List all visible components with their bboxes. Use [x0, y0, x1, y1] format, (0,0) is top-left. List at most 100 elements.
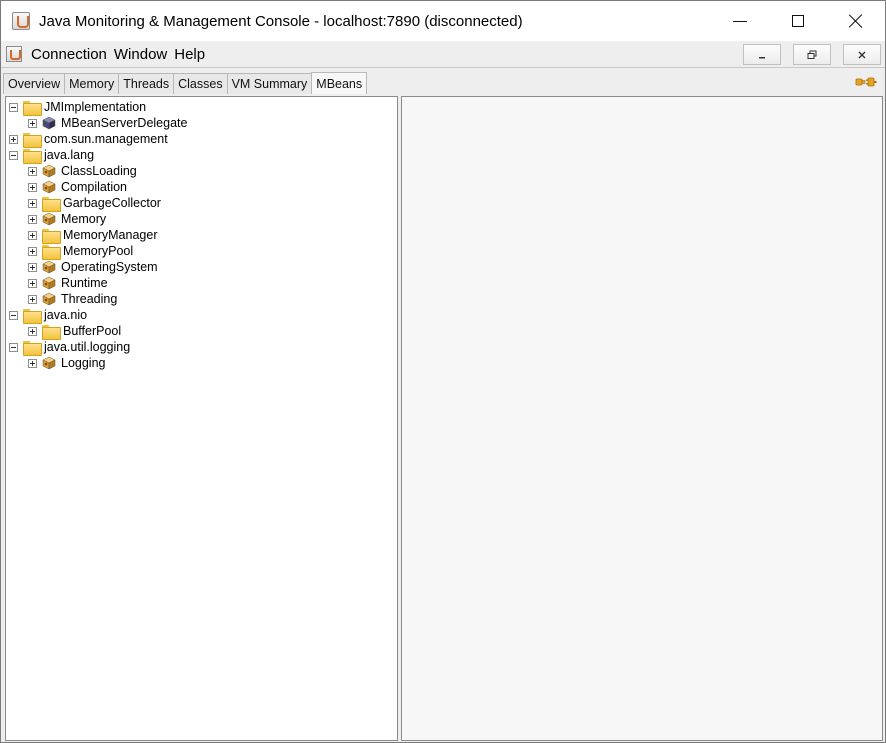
window-title: Java Monitoring & Management Console - l…: [39, 12, 523, 30]
restore-icon: [807, 50, 817, 59]
close-button[interactable]: [827, 1, 885, 41]
close-icon: [849, 14, 863, 28]
minimize-button[interactable]: [711, 1, 769, 41]
folder-icon: [23, 308, 42, 324]
tab-overview[interactable]: Overview: [3, 73, 66, 94]
collapse-toggle-icon[interactable]: [9, 102, 18, 112]
tree-node[interactable]: java.nio: [9, 307, 88, 324]
mbean-icon: [42, 276, 56, 290]
expand-toggle-icon[interactable]: [28, 358, 37, 368]
tree-node-label: java.util.logging: [44, 340, 131, 354]
jconsole-window: Java Monitoring & Management Console - l…: [0, 0, 886, 743]
expand-toggle-icon[interactable]: [28, 182, 37, 192]
title-bar: Java Monitoring & Management Console - l…: [1, 1, 885, 41]
tree-node[interactable]: MBeanServerDelegate: [28, 115, 187, 131]
collapse-toggle-icon[interactable]: [9, 310, 18, 320]
tree-node-label: java.lang: [44, 148, 95, 162]
tree-node-label: Logging: [61, 356, 106, 370]
mbean-icon: [42, 292, 56, 306]
mbean-icon: [42, 356, 56, 370]
menu-connection[interactable]: Connection: [28, 46, 111, 63]
expand-toggle-icon[interactable]: [28, 262, 37, 272]
folder-icon: [42, 324, 61, 340]
tree-node-label: JMImplementation: [44, 100, 147, 114]
menu-bar: Connection Window Help: [1, 41, 885, 68]
tree-node[interactable]: Compilation: [28, 179, 127, 195]
tab-mbeans[interactable]: MBeans: [311, 72, 368, 94]
tree-node-label: Compilation: [61, 180, 128, 194]
folder-icon: [23, 340, 42, 356]
internal-close-button[interactable]: [843, 44, 881, 65]
tree-node-label: MemoryManager: [63, 228, 158, 242]
tree-node[interactable]: java.util.logging: [9, 339, 131, 356]
expand-toggle-icon[interactable]: [28, 118, 37, 128]
tab-classes[interactable]: Classes: [173, 73, 228, 94]
expand-toggle-icon[interactable]: [28, 326, 37, 336]
expand-toggle-icon[interactable]: [28, 246, 37, 256]
mbean-tree[interactable]: JMImplementation MBeanServerDelegate com.s…: [5, 96, 398, 741]
tree-node[interactable]: Memory: [28, 211, 106, 227]
expand-toggle-icon[interactable]: [9, 134, 18, 144]
folder-icon: [42, 196, 61, 212]
expand-toggle-icon[interactable]: [28, 214, 37, 224]
tree-node[interactable]: BufferPool: [28, 323, 122, 340]
tree-node[interactable]: MemoryPool: [28, 243, 134, 260]
tab-memory[interactable]: Memory: [64, 73, 120, 94]
tree-node[interactable]: Threading: [28, 291, 117, 307]
internal-minimize-button[interactable]: [743, 44, 781, 65]
tree-node[interactable]: Runtime: [28, 275, 108, 291]
mbean-icon: [42, 260, 56, 274]
tree-node-label: Memory: [61, 212, 107, 226]
tree-node[interactable]: java.lang: [9, 147, 95, 164]
folder-icon: [23, 100, 42, 116]
folder-icon: [42, 228, 61, 244]
disconnected-plug-icon[interactable]: [855, 75, 877, 89]
mbean-icon: [42, 180, 56, 194]
tree-node[interactable]: Logging: [28, 355, 106, 371]
expand-toggle-icon[interactable]: [28, 278, 37, 288]
tree-node-label: Threading: [61, 292, 118, 306]
collapse-toggle-icon[interactable]: [9, 342, 18, 352]
internal-frame-java-icon[interactable]: [6, 46, 22, 62]
maximize-button[interactable]: [769, 1, 827, 41]
maximize-icon: [792, 15, 804, 27]
tab-vm-summary[interactable]: VM Summary: [226, 73, 313, 94]
mbean-icon: [42, 116, 56, 130]
tree-node[interactable]: OperatingSystem: [28, 259, 158, 275]
menu-help[interactable]: Help: [171, 46, 209, 63]
tab-bar: Overview Memory Threads Classes VM Summa…: [3, 72, 883, 94]
tree-node[interactable]: JMImplementation: [9, 99, 147, 116]
tree-node[interactable]: GarbageCollector: [28, 195, 161, 212]
expand-toggle-icon[interactable]: [28, 166, 37, 176]
tree-node-label: ClassLoading: [61, 164, 137, 178]
tree-node-label: com.sun.management: [44, 132, 168, 146]
internal-restore-button[interactable]: [793, 44, 831, 65]
tab-threads[interactable]: Threads: [118, 73, 175, 94]
internal-frame-controls: [743, 44, 881, 65]
window-controls: [711, 1, 885, 41]
mbean-detail-panel: [401, 96, 883, 741]
folder-icon: [23, 148, 42, 164]
tree-node-label: MemoryPool: [63, 244, 134, 258]
expand-toggle-icon[interactable]: [28, 294, 37, 304]
menu-window[interactable]: Window: [111, 46, 171, 63]
mbean-icon: [42, 164, 56, 178]
tree-node[interactable]: com.sun.management: [9, 131, 168, 148]
expand-toggle-icon[interactable]: [28, 198, 37, 208]
folder-icon: [42, 244, 61, 260]
tree-node-label: MBeanServerDelegate: [61, 116, 188, 130]
tree-node[interactable]: ClassLoading: [28, 163, 137, 179]
minimize-icon: [733, 20, 747, 22]
collapse-toggle-icon[interactable]: [9, 150, 18, 160]
tree-node-label: BufferPool: [63, 324, 122, 338]
minimize-icon: [759, 56, 765, 58]
tree-node-label: java.nio: [44, 308, 88, 322]
tree-node[interactable]: MemoryManager: [28, 227, 158, 244]
tree-node-label: OperatingSystem: [61, 260, 158, 274]
folder-icon: [23, 132, 42, 148]
mbean-icon: [42, 212, 56, 226]
tree-node-label: GarbageCollector: [63, 196, 161, 210]
java-app-icon[interactable]: [12, 12, 30, 30]
tree-node-label: Runtime: [61, 276, 108, 290]
expand-toggle-icon[interactable]: [28, 230, 37, 240]
